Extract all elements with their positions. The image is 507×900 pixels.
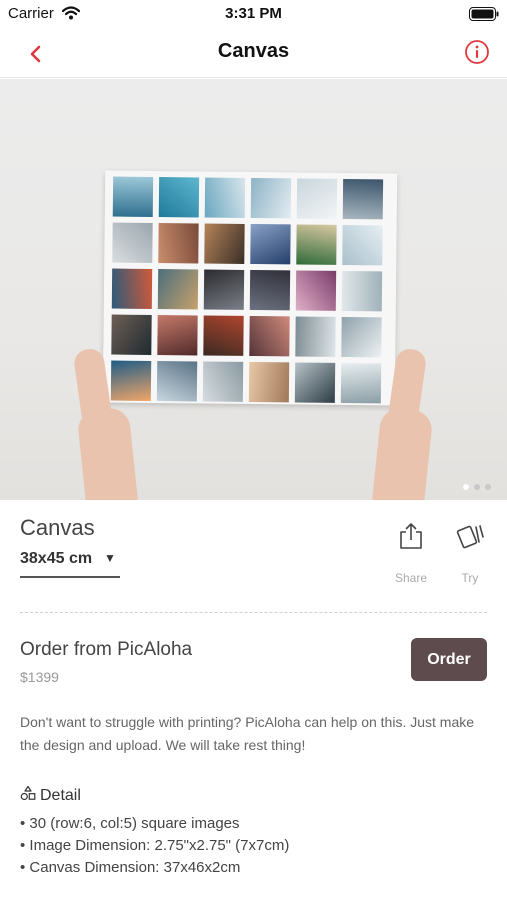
collage-photo bbox=[158, 223, 199, 264]
collage-photo bbox=[204, 177, 246, 218]
page-indicator bbox=[463, 484, 491, 490]
collage-photo bbox=[112, 176, 154, 217]
collage-photo bbox=[294, 362, 336, 403]
share-button[interactable]: Share bbox=[387, 522, 435, 585]
shapes-icon bbox=[20, 785, 40, 806]
dashed-divider bbox=[20, 612, 487, 613]
product-name: Canvas bbox=[20, 515, 95, 540]
detail-item: • Canvas Dimension: 37x46x2cm bbox=[20, 859, 241, 876]
right-arm-image bbox=[370, 406, 434, 500]
collage-photo bbox=[111, 268, 153, 309]
size-value: 38x45 cm bbox=[20, 550, 93, 567]
collage-photo bbox=[340, 362, 382, 404]
detail-item: • Image Dimension: 2.75"x2.75" (7x7cm) bbox=[20, 837, 290, 854]
order-title: Order from PicAloha bbox=[20, 639, 193, 660]
caret-down-icon: ▼ bbox=[104, 551, 116, 565]
size-dropdown[interactable]: 38x45 cm ▼ bbox=[20, 548, 120, 578]
left-arm-image bbox=[76, 406, 140, 500]
collage-photo bbox=[250, 178, 292, 219]
try-label: Try bbox=[461, 571, 479, 585]
collage-photo bbox=[156, 361, 198, 402]
collage-photo bbox=[204, 223, 245, 264]
collage-photo bbox=[111, 314, 152, 355]
price: $1399 bbox=[20, 669, 59, 685]
collage-photo bbox=[110, 360, 152, 401]
share-label: Share bbox=[394, 571, 428, 585]
collage-photo bbox=[203, 269, 245, 310]
collage-photo bbox=[342, 224, 383, 266]
page-title: Canvas bbox=[217, 40, 290, 62]
collage-photo bbox=[248, 361, 290, 403]
canvas-preview-image bbox=[102, 170, 398, 406]
status-bar: Carrier 3:31 PM bbox=[0, 0, 507, 28]
collage-photo bbox=[249, 315, 290, 357]
product-image-carousel[interactable] bbox=[0, 79, 507, 500]
photo-collage bbox=[110, 176, 384, 404]
description-text: Don't want to struggle with printing? Pi… bbox=[20, 714, 475, 753]
detail-heading-label: Detail bbox=[40, 786, 81, 804]
collage-photo bbox=[157, 269, 199, 310]
page-dot[interactable] bbox=[485, 484, 491, 490]
battery-icon bbox=[469, 7, 499, 26]
order-button[interactable]: Order bbox=[411, 638, 487, 681]
status-time: 3:31 PM bbox=[225, 5, 282, 22]
collage-photo bbox=[296, 224, 337, 265]
collage-photo bbox=[157, 315, 198, 356]
detail-heading: Detail bbox=[20, 785, 81, 806]
share-icon bbox=[398, 523, 424, 554]
page-dot[interactable] bbox=[463, 484, 469, 490]
collage-photo bbox=[112, 222, 153, 263]
collage-photo bbox=[249, 270, 291, 311]
collage-photo bbox=[203, 315, 244, 356]
page-dot[interactable] bbox=[474, 484, 480, 490]
collage-photo bbox=[341, 270, 383, 312]
collage-photo bbox=[295, 316, 336, 357]
collage-photo bbox=[342, 178, 384, 220]
try-cards-icon bbox=[454, 525, 486, 554]
info-circle-icon[interactable] bbox=[463, 38, 491, 66]
collage-photo bbox=[158, 177, 200, 218]
try-button[interactable]: Try bbox=[446, 522, 494, 585]
collage-photo bbox=[250, 224, 291, 265]
collage-photo bbox=[202, 361, 244, 402]
collage-photo bbox=[296, 178, 338, 219]
detail-list: • 30 (row:6, col:5) square images • Imag… bbox=[20, 813, 289, 879]
navigation-bar: Canvas bbox=[0, 28, 507, 78]
collage-photo bbox=[341, 316, 382, 358]
detail-item: • 30 (row:6, col:5) square images bbox=[20, 815, 240, 832]
collage-photo bbox=[295, 270, 337, 311]
